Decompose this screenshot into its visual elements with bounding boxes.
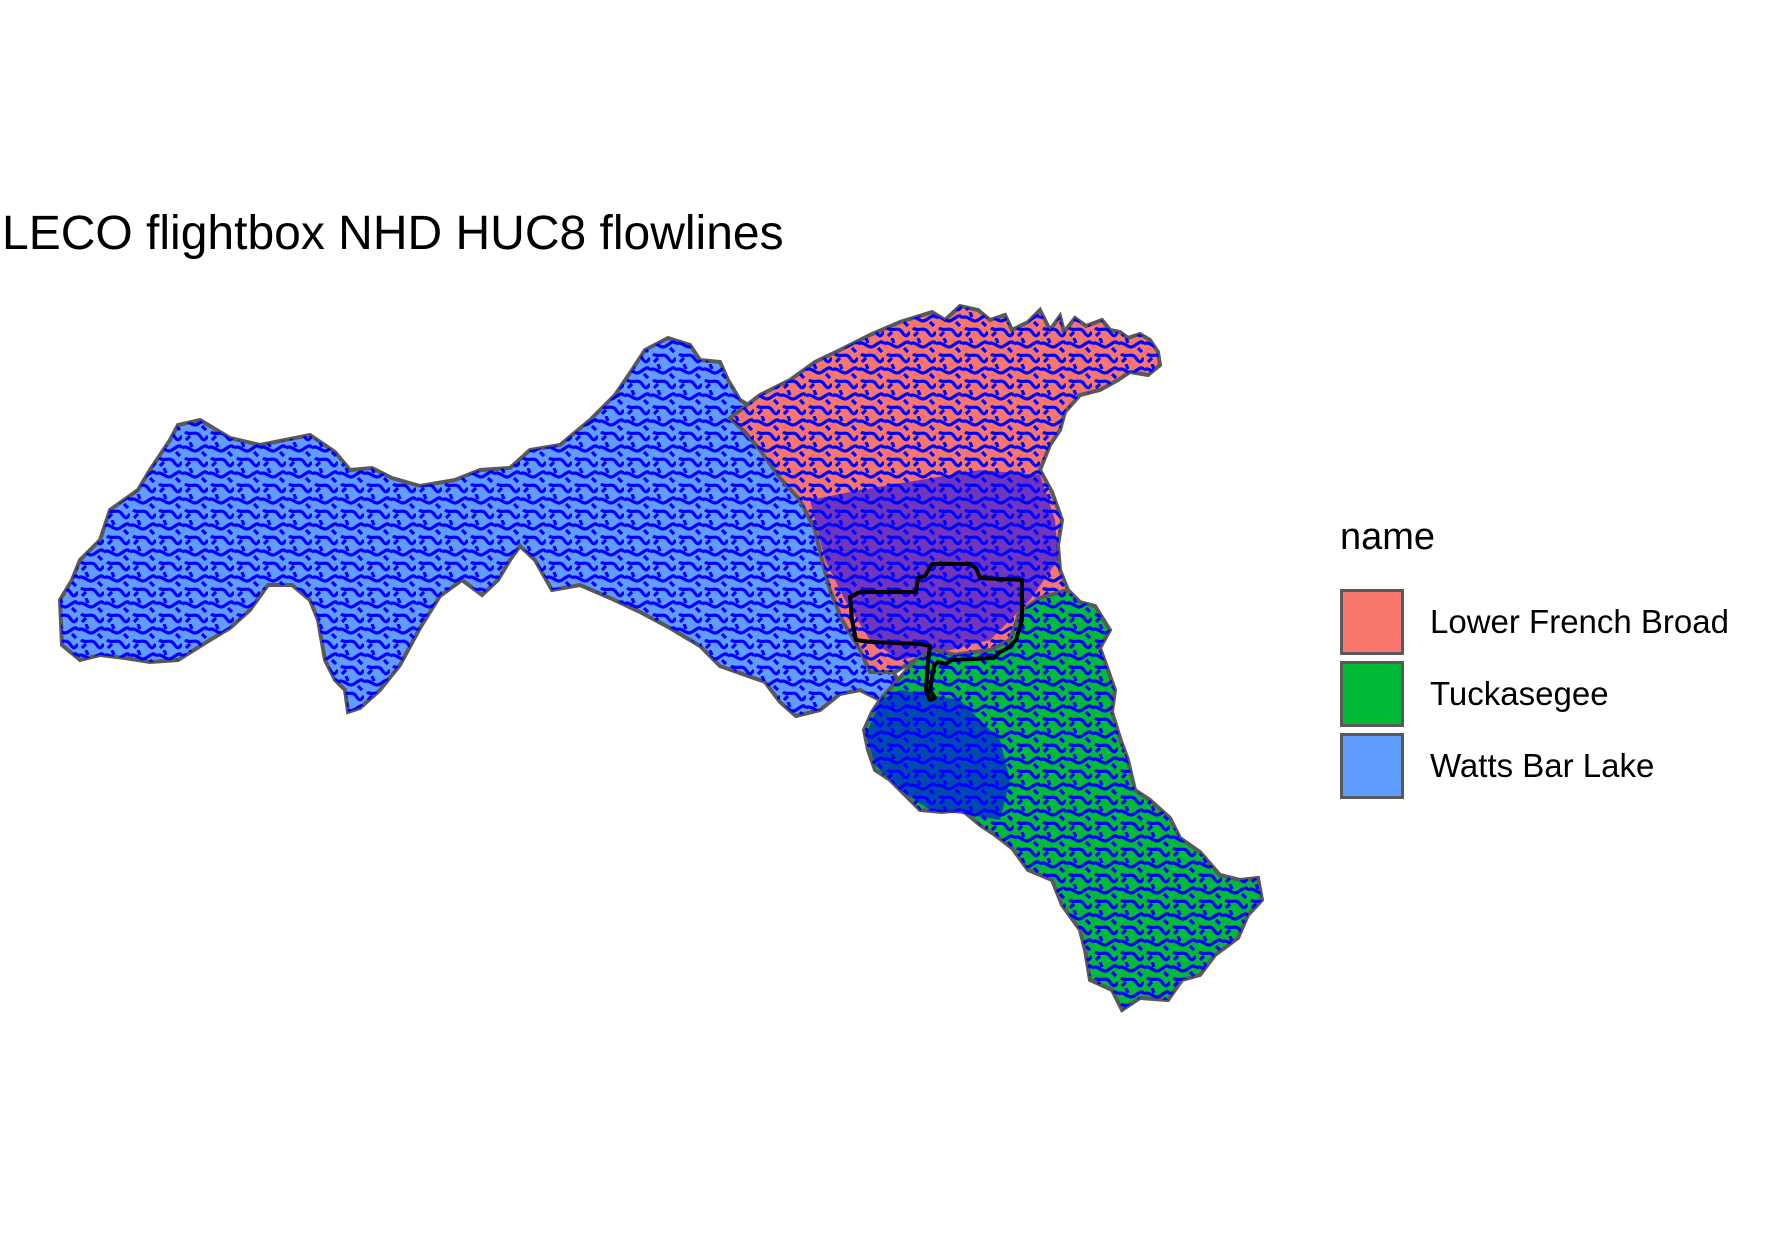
legend: name Lower French Broad Tuckasegee Watts…: [1340, 518, 1729, 802]
legend-item: Lower French Broad: [1340, 586, 1729, 658]
legend-swatch-lower-french-broad: [1340, 589, 1404, 655]
legend-item: Watts Bar Lake: [1340, 730, 1729, 802]
legend-item: Tuckasegee: [1340, 658, 1729, 730]
legend-title: name: [1340, 516, 1436, 558]
legend-swatch-watts-bar-lake: [1340, 733, 1404, 799]
legend-label: Tuckasegee: [1430, 675, 1609, 712]
legend-label: Watts Bar Lake: [1430, 747, 1655, 784]
legend-label: Lower French Broad: [1430, 603, 1729, 640]
legend-swatch-tuckasegee: [1340, 661, 1404, 727]
